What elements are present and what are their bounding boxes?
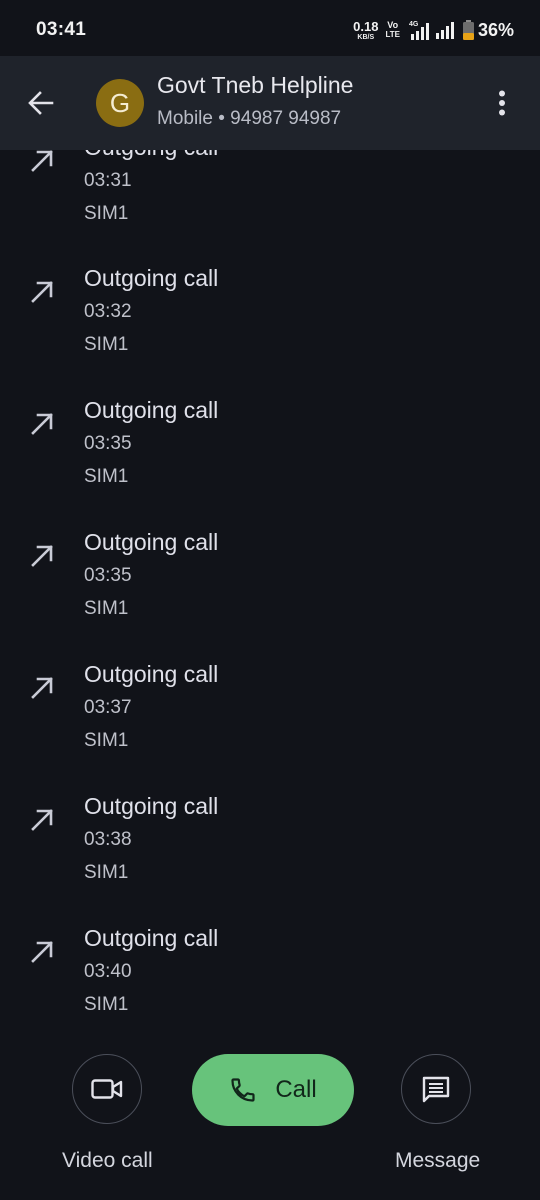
message-button[interactable] <box>401 1054 471 1124</box>
call-sim: SIM1 <box>84 598 129 619</box>
call-type: Outgoing call <box>84 661 219 687</box>
status-bar: 03:41 0.18 KB/S Vo LTE 4G 36% <box>0 0 540 56</box>
video-call-label: Video call <box>62 1149 153 1172</box>
call-item[interactable]: Outgoing call 03:35 SIM1 <box>0 390 540 500</box>
call-sim: SIM1 <box>84 862 129 883</box>
call-sim: SIM1 <box>84 334 129 355</box>
phone-icon <box>231 1078 255 1102</box>
arrow-outgoing-icon <box>31 677 53 699</box>
message-label: Message <box>395 1149 481 1172</box>
contact-name: Govt Tneb Helpline <box>157 72 354 98</box>
battery-percent: 36% <box>477 19 514 40</box>
call-time: 03:37 <box>84 697 132 718</box>
network-speed-unit: KB/S <box>357 33 375 41</box>
call-button-label: Call <box>275 1076 317 1103</box>
volte-top-label: Vo <box>387 20 399 30</box>
back-button[interactable] <box>18 80 64 126</box>
call-history-screen: Outgoing call 03:31 SIM1 Outgoing call 0… <box>0 0 540 1200</box>
videocam-icon <box>91 1079 123 1099</box>
call-sim: SIM1 <box>84 203 129 224</box>
call-item[interactable]: Outgoing call 03:37 SIM1 <box>0 654 540 764</box>
call-type: Outgoing call <box>84 397 219 423</box>
status-icons: 0.18 KB/S Vo LTE 4G 36% <box>353 18 514 42</box>
call-history-list[interactable]: Outgoing call 03:31 SIM1 Outgoing call 0… <box>0 0 540 1200</box>
network-type-label: 4G <box>409 21 419 28</box>
call-time: 03:32 <box>84 301 132 322</box>
message-icon <box>422 1076 450 1103</box>
call-item[interactable]: Outgoing call 03:40 SIM1 <box>0 918 540 1028</box>
call-button[interactable]: Call <box>192 1054 354 1126</box>
more-vert-icon <box>499 90 505 116</box>
arrow-outgoing-icon <box>31 150 53 172</box>
signal-icon <box>435 22 454 39</box>
network-speed: 0.18 KB/S <box>353 20 378 41</box>
call-item[interactable]: Outgoing call 03:35 SIM1 <box>0 522 540 632</box>
contact-header: G Govt Tneb Helpline Mobile • 94987 9498… <box>0 54 540 150</box>
call-type: Outgoing call <box>84 529 219 555</box>
call-time: 03:40 <box>84 961 132 982</box>
battery-icon <box>462 20 474 40</box>
avatar[interactable]: G <box>96 79 144 127</box>
call-sim: SIM1 <box>84 994 129 1015</box>
call-time: 03:38 <box>84 829 132 850</box>
network-speed-value: 0.18 <box>353 18 379 34</box>
arrow-outgoing-icon <box>31 941 53 963</box>
arrow-outgoing-icon <box>31 545 53 567</box>
call-time: 03:35 <box>84 565 132 586</box>
contact-subtitle: Mobile • 94987 94987 <box>157 108 342 129</box>
bottom-action-bar: Call Video call Message <box>0 1030 540 1200</box>
call-type: Outgoing call <box>84 925 219 951</box>
more-options-button[interactable] <box>480 80 524 126</box>
battery: 36% <box>462 19 514 41</box>
call-time: 03:35 <box>84 433 132 454</box>
call-sim: SIM1 <box>84 466 129 487</box>
call-time: 03:31 <box>84 170 132 191</box>
arrow-outgoing-icon <box>31 809 53 831</box>
video-call-button[interactable] <box>72 1054 142 1124</box>
volte-icon: Vo LTE <box>385 21 400 39</box>
status-time: 03:41 <box>36 19 87 40</box>
arrow-outgoing-icon <box>31 281 53 303</box>
volte-bottom-label: LTE <box>385 30 400 39</box>
arrow-outgoing-icon <box>31 413 53 435</box>
call-item[interactable]: Outgoing call 03:32 SIM1 <box>0 258 540 368</box>
call-type: Outgoing call <box>84 793 219 819</box>
call-sim: SIM1 <box>84 730 129 751</box>
call-type: Outgoing call <box>84 265 219 291</box>
signal-4g-icon: 4G <box>409 21 429 40</box>
arrow-left-icon <box>28 91 54 115</box>
call-item[interactable]: Outgoing call 03:38 SIM1 <box>0 786 540 896</box>
